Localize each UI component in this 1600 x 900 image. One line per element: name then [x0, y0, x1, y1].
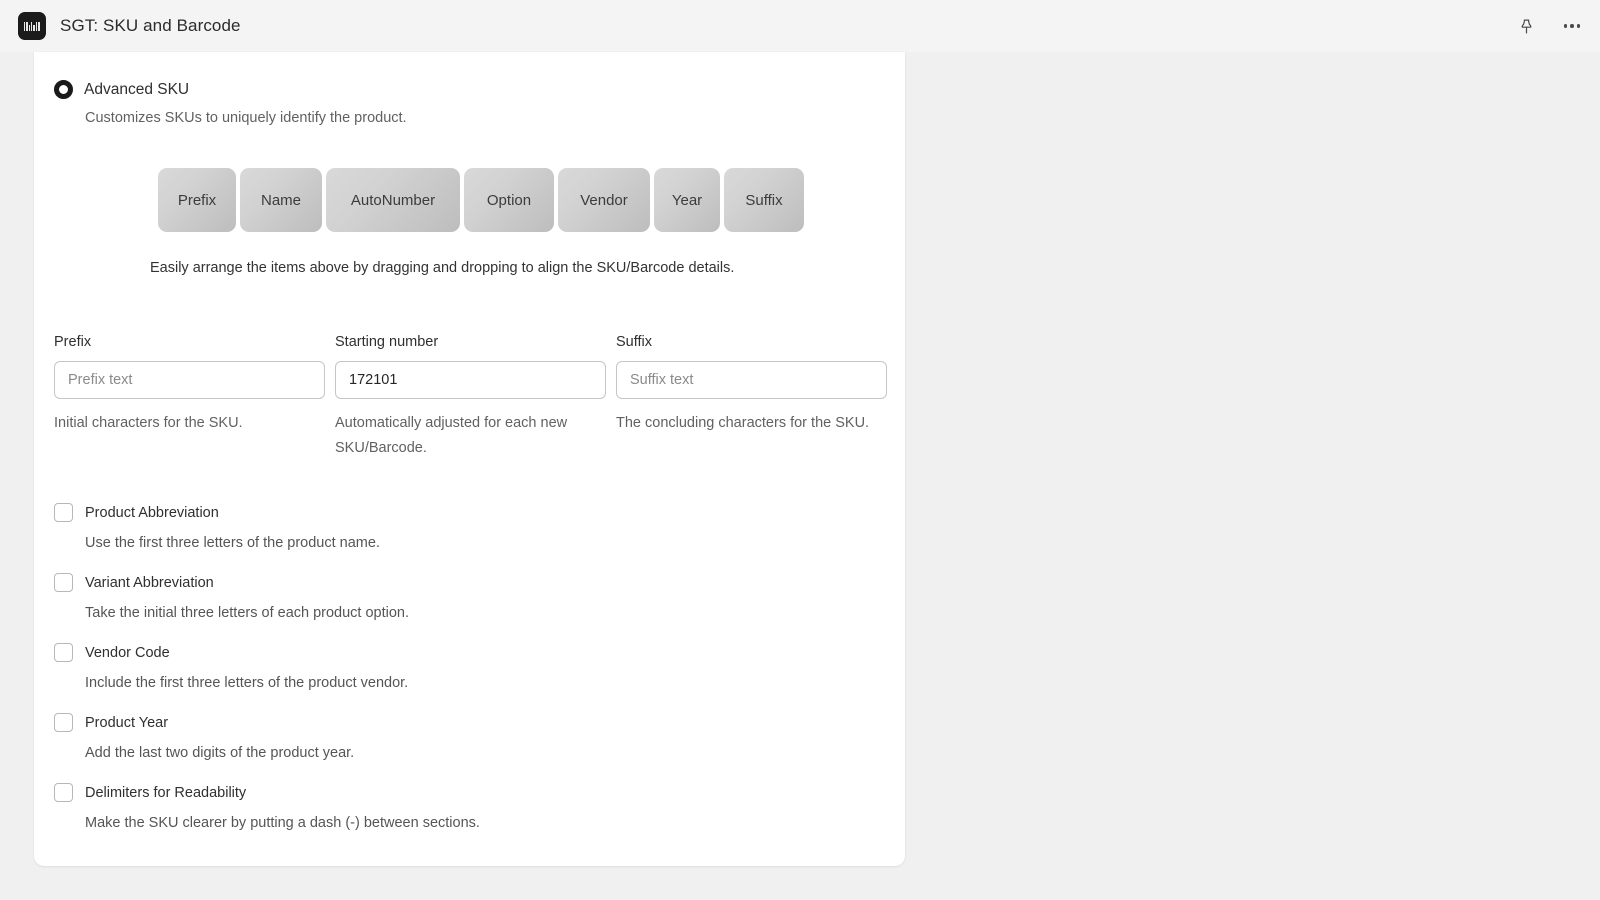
vendor-code-row[interactable]: Vendor Code — [54, 638, 905, 668]
list-item: Delimiters for Readability Make the SKU … — [54, 778, 905, 831]
product-abbreviation-checkbox[interactable] — [54, 503, 73, 523]
dot — [1570, 24, 1574, 28]
sku-chip-suffix[interactable]: Suffix — [724, 168, 804, 232]
sku-chip-name[interactable]: Name — [240, 168, 322, 232]
sku-options-checklist: Product Abbreviation Use the first three… — [34, 498, 905, 831]
starting-number-field-help: Automatically adjusted for each new SKU/… — [335, 415, 568, 457]
variant-abbreviation-description: Take the initial three letters of each p… — [85, 604, 410, 621]
prefix-field-help: Initial characters for the SKU. — [54, 415, 243, 431]
page-body: Advanced SKU Customizes SKUs to uniquely… — [0, 52, 1600, 900]
prefix-field-group: Prefix Prefix text Initial characters fo… — [54, 334, 335, 462]
sku-fields-row: Prefix Prefix text Initial characters fo… — [34, 334, 905, 462]
product-abbreviation-description: Use the first three letters of the produ… — [85, 534, 380, 551]
sku-chip-option[interactable]: Option — [464, 168, 554, 232]
list-item: Variant Abbreviation Take the initial th… — [54, 568, 905, 621]
suffix-input[interactable]: Suffix text — [616, 361, 887, 399]
prefix-input-placeholder: Prefix text — [68, 372, 133, 388]
barcode-app-icon — [18, 12, 46, 40]
suffix-field-help: The concluding characters for the SKU. — [616, 415, 870, 431]
prefix-input[interactable]: Prefix text — [54, 361, 325, 399]
sku-chip-year[interactable]: Year — [654, 168, 720, 232]
delimiters-description: Make the SKU clearer by putting a dash (… — [85, 814, 480, 831]
suffix-input-placeholder: Suffix text — [630, 372, 694, 388]
starting-number-field-label: Starting number — [335, 334, 439, 350]
suffix-field-label: Suffix — [616, 334, 653, 350]
titlebar-left-group: SGT: SKU and Barcode — [18, 12, 241, 40]
pin-icon[interactable] — [1512, 12, 1540, 40]
barcode-bar — [26, 21, 28, 31]
product-year-row[interactable]: Product Year — [54, 708, 905, 738]
vendor-code-description: Include the first three letters of the p… — [85, 674, 409, 691]
list-item: Product Year Add the last two digits of … — [54, 708, 905, 761]
barcode-bar — [24, 21, 25, 31]
sku-settings-card: Advanced SKU Customizes SKUs to uniquely… — [34, 52, 905, 866]
variant-abbreviation-label: Variant Abbreviation — [85, 574, 214, 591]
more-options-icon[interactable] — [1558, 12, 1586, 40]
suffix-field-group: Suffix Suffix text The concluding charac… — [616, 334, 887, 462]
more-dots — [1563, 24, 1581, 28]
dot — [1576, 24, 1581, 28]
product-year-description: Add the last two digits of the product y… — [85, 744, 355, 761]
sku-chip-prefix[interactable]: Prefix — [158, 168, 236, 232]
barcode-bar — [31, 21, 32, 31]
app-titlebar: SGT: SKU and Barcode — [0, 0, 1600, 52]
sku-chip-vendor[interactable]: Vendor — [558, 168, 650, 232]
vendor-code-checkbox[interactable] — [54, 643, 73, 663]
variant-abbreviation-checkbox[interactable] — [54, 573, 73, 593]
advanced-sku-description: Customizes SKUs to uniquely identify the… — [85, 110, 407, 126]
starting-number-input-value: 172101 — [349, 372, 398, 388]
sku-chip-autonumber[interactable]: AutoNumber — [326, 168, 460, 232]
list-item: Product Abbreviation Use the first three… — [54, 498, 905, 551]
prefix-field-label: Prefix — [54, 334, 92, 350]
sku-segment-arranger: Prefix Name AutoNumber Option Vendor Yea… — [34, 168, 905, 276]
starting-number-field-group: Starting number 172101 Automatically adj… — [335, 334, 616, 462]
barcode-bar — [29, 24, 30, 31]
delimiters-label: Delimiters for Readability — [85, 784, 247, 801]
product-year-label: Product Year — [85, 714, 169, 731]
list-item: Vendor Code Include the first three lett… — [54, 638, 905, 691]
product-abbreviation-row[interactable]: Product Abbreviation — [54, 498, 905, 528]
dot — [1563, 24, 1568, 28]
app-title: SGT: SKU and Barcode — [60, 16, 241, 35]
barcode-bar — [38, 21, 40, 31]
advanced-sku-radio-row[interactable]: Advanced SKU — [34, 80, 905, 99]
product-abbreviation-label: Product Abbreviation — [85, 504, 219, 521]
titlebar-right-group — [1512, 0, 1586, 52]
vendor-code-label: Vendor Code — [85, 644, 170, 661]
barcode-glyph — [24, 21, 40, 31]
delimiters-row[interactable]: Delimiters for Readability — [54, 778, 905, 808]
delimiters-checkbox[interactable] — [54, 783, 73, 803]
product-year-checkbox[interactable] — [54, 713, 73, 733]
sku-segment-chip-list: Prefix Name AutoNumber Option Vendor Yea… — [54, 168, 905, 232]
barcode-bar — [36, 21, 37, 31]
sku-arranger-hint: Easily arrange the items above by draggi… — [150, 260, 735, 276]
starting-number-input[interactable]: 172101 — [335, 361, 606, 399]
advanced-sku-label: Advanced SKU — [84, 80, 190, 98]
barcode-bar — [33, 24, 35, 31]
advanced-sku-radio[interactable] — [54, 80, 73, 99]
variant-abbreviation-row[interactable]: Variant Abbreviation — [54, 568, 905, 598]
